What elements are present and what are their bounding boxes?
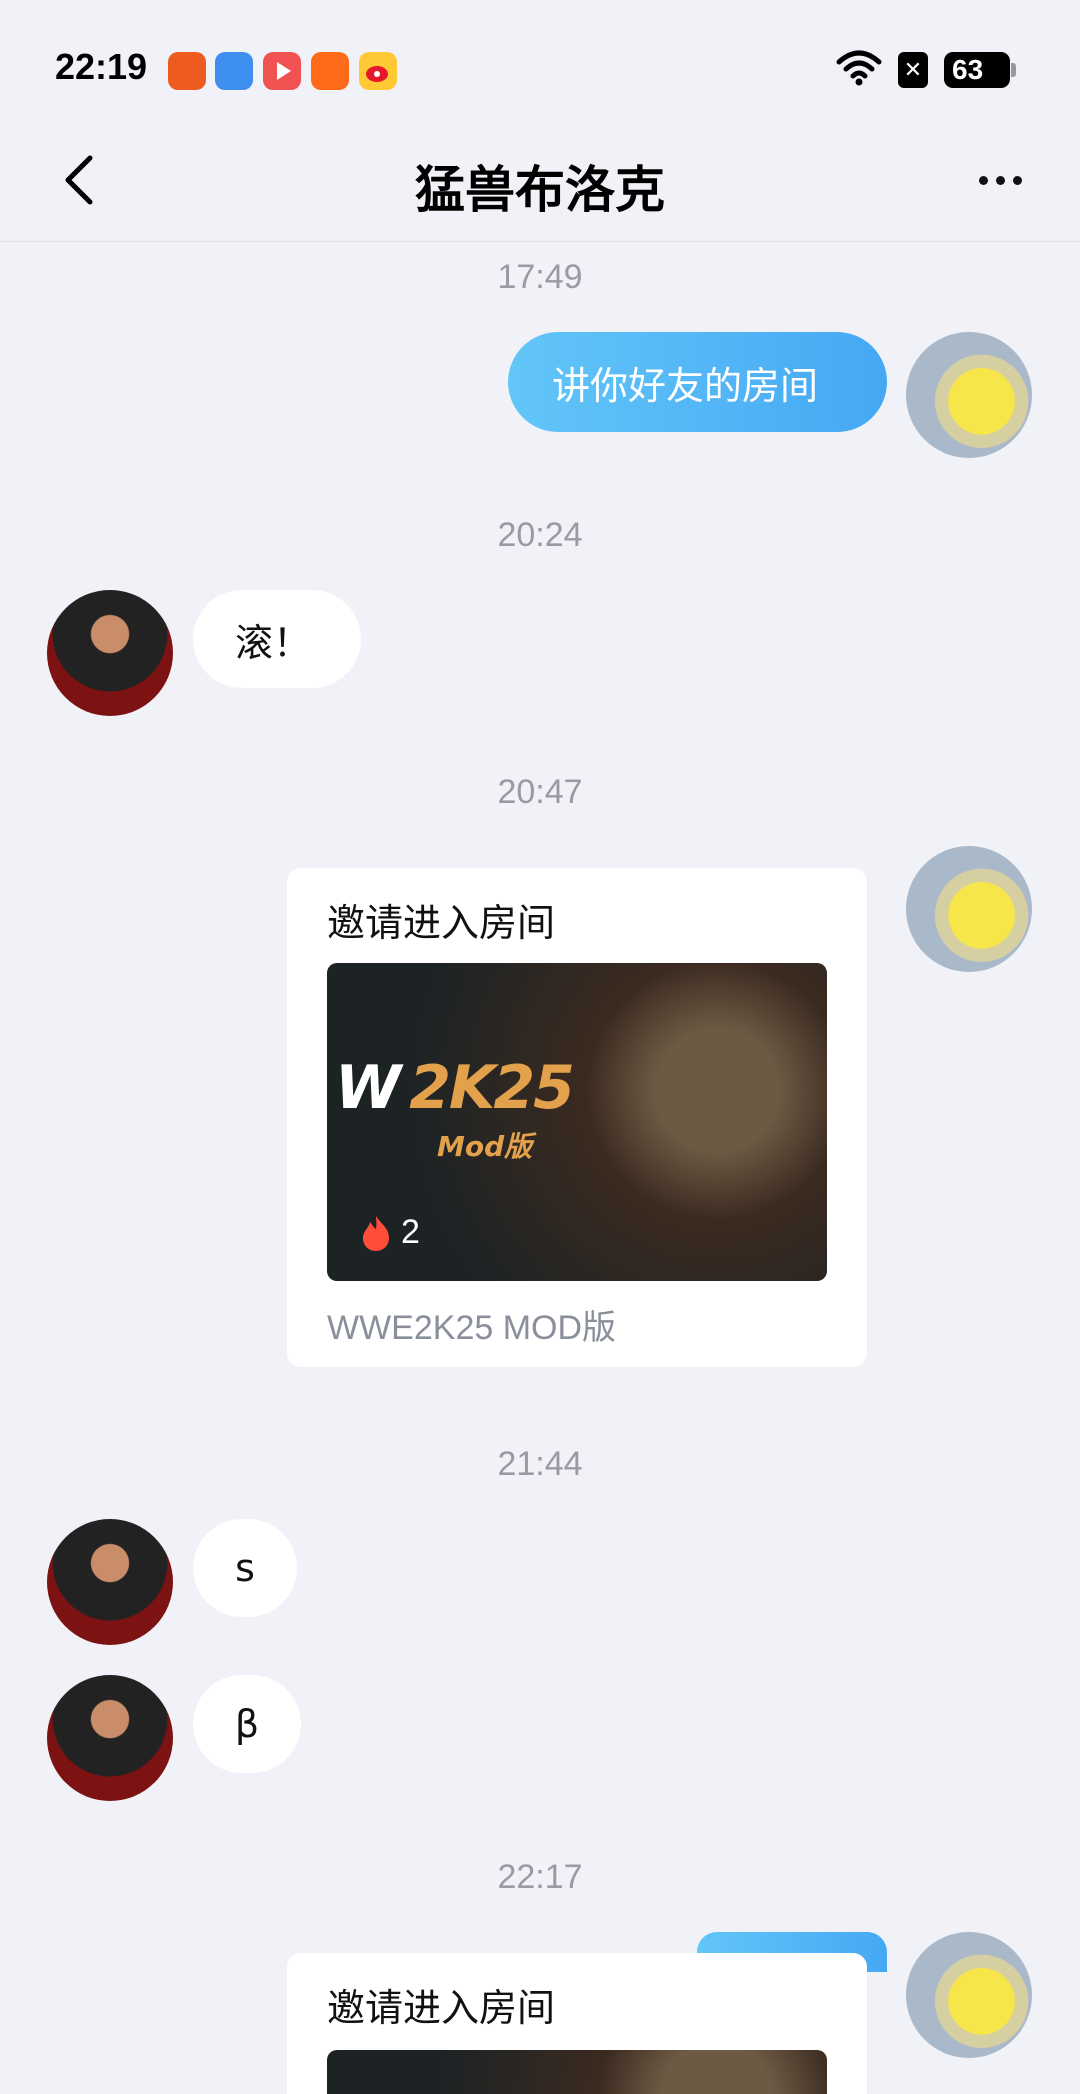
game-logo-sub: Mod版: [437, 1130, 533, 1163]
game-logo-text: 2K25: [409, 1053, 575, 1123]
message-timestamp: 22:17: [497, 1858, 583, 1896]
message-bubble-incoming[interactable]: s: [193, 1519, 297, 1617]
weibo-icon: [359, 52, 397, 90]
card-caption: WWE2K25 MOD版: [327, 1309, 617, 1347]
battery-level: 63: [952, 54, 984, 85]
video-play-icon: [263, 52, 301, 90]
app-icon-orange: [168, 52, 206, 90]
close-box-icon: ✕: [898, 52, 928, 88]
message-text: 滚！: [235, 620, 312, 665]
avatar-self[interactable]: [906, 332, 1032, 458]
more-dots-icon: [978, 175, 988, 185]
message-bubble-incoming[interactable]: 滚！: [193, 590, 361, 688]
nav-bar: 猛兽布洛克: [0, 120, 1080, 242]
game-logo: W 2K25: [335, 1053, 575, 1123]
message-text: β: [234, 1702, 260, 1746]
message-text: 讲你好友的房间: [552, 363, 819, 408]
message-timestamp: 21:44: [497, 1445, 583, 1483]
message-timestamp: 17:49: [497, 258, 583, 296]
avatar-contact[interactable]: [47, 1675, 173, 1801]
card-title: 邀请进入房间: [327, 901, 556, 945]
room-invite-card[interactable]: 邀请进入房间: [287, 1953, 867, 2094]
game-controller-icon: [215, 52, 253, 90]
message-bubble-incoming[interactable]: β: [193, 1675, 301, 1773]
fire-icon: [363, 1215, 389, 1251]
message-timestamp: 20:47: [497, 773, 583, 811]
status-bar: 22:19 ✕ 63: [0, 0, 1080, 120]
message-text: s: [235, 1546, 255, 1590]
avatar-contact[interactable]: [47, 590, 173, 716]
room-invite-card[interactable]: 邀请进入房间 W 2K25 Mod版 2 WWE2K25 MOD版: [287, 868, 867, 1367]
wifi-icon: [836, 50, 882, 90]
avatar-self[interactable]: [906, 846, 1032, 972]
game-cover-image: [327, 2050, 827, 2094]
battery-icon: 63: [944, 52, 1016, 88]
message-bubble-outgoing[interactable]: 讲你好友的房间: [508, 332, 887, 432]
message-timestamp: 20:24: [497, 516, 583, 554]
avatar-contact[interactable]: [47, 1519, 173, 1645]
kuaishou-icon: [311, 52, 349, 90]
card-title: 邀请进入房间: [327, 1986, 556, 2030]
chat-title: 猛兽布洛克: [415, 161, 665, 219]
status-time: 22:19: [55, 46, 148, 87]
avatar-self[interactable]: [906, 1932, 1032, 2058]
more-button[interactable]: [970, 160, 1030, 200]
heat-indicator: 2: [361, 1213, 420, 1252]
game-cover-image: W 2K25 Mod版 2: [327, 963, 827, 1281]
heat-count: 2: [401, 1213, 420, 1251]
